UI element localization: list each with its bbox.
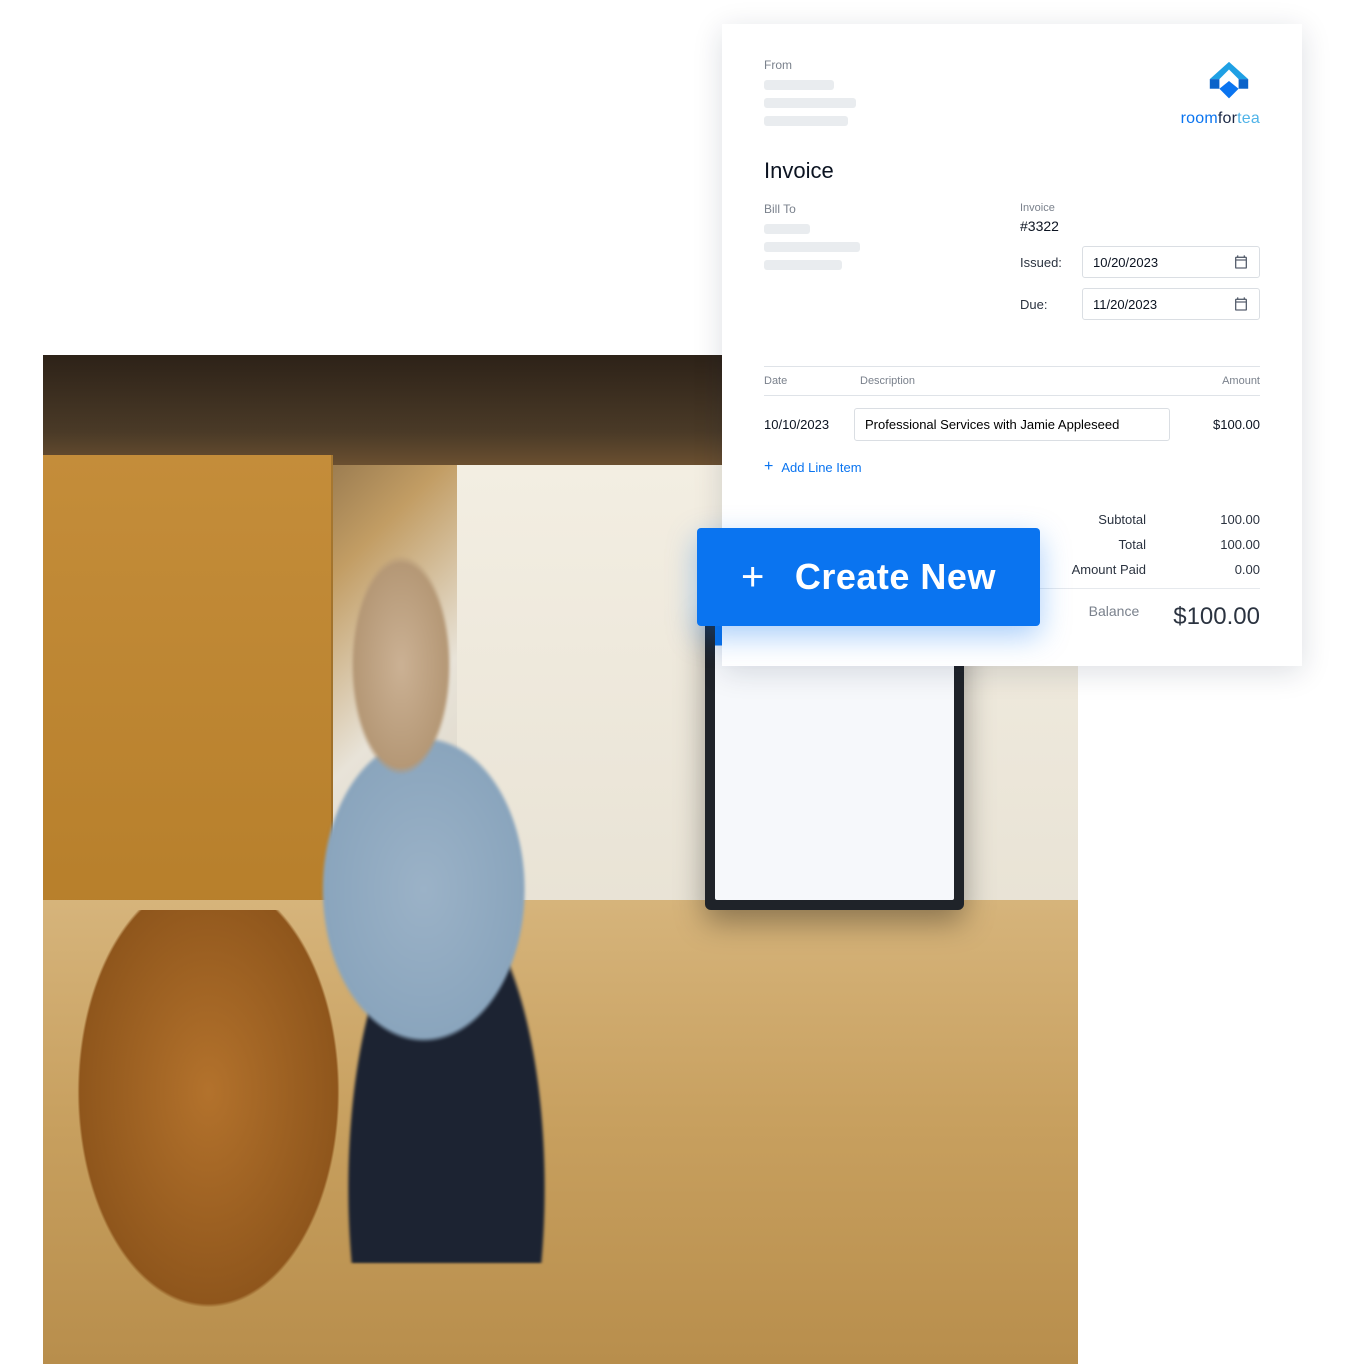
calendar-icon: [1233, 296, 1249, 312]
invoice-title: Invoice: [764, 158, 1260, 184]
line-item-date: 10/10/2023: [764, 417, 854, 432]
line-item-amount: $100.00: [1170, 417, 1260, 432]
issued-label: Issued:: [1020, 255, 1070, 270]
brand-block: roomfortea: [1181, 58, 1260, 128]
amount-paid-value: 0.00: [1180, 562, 1260, 577]
from-skeleton-line: [764, 80, 834, 90]
from-label: From: [764, 58, 856, 72]
subtotal-label: Subtotal: [1036, 512, 1146, 527]
photo-person: [219, 516, 674, 1263]
balance-value: $100.00: [1173, 603, 1260, 631]
col-date-header: Date: [764, 375, 854, 387]
billto-skeleton-line: [764, 242, 860, 252]
balance-label: Balance: [1029, 603, 1139, 631]
line-item-row: 10/10/2023 $100.00: [764, 396, 1260, 453]
billto-label: Bill To: [764, 202, 980, 216]
plus-icon: +: [741, 557, 765, 597]
billto-skeleton-line: [764, 260, 842, 270]
add-line-item-label: Add Line Item: [781, 460, 861, 475]
due-label: Due:: [1020, 297, 1070, 312]
col-amount-header: Amount: [1170, 375, 1260, 387]
brand-logo-icon: [1198, 58, 1260, 106]
plus-icon: +: [764, 459, 773, 475]
due-date-input[interactable]: 11/20/2023: [1082, 288, 1260, 320]
subtotal-value: 100.00: [1180, 512, 1260, 527]
create-new-label: Create New: [795, 556, 996, 598]
billto-skeleton-line: [764, 224, 810, 234]
from-skeleton-line: [764, 98, 856, 108]
invoice-meta: Invoice #3322 Issued: 10/20/2023 Due: 11…: [1020, 202, 1260, 330]
create-new-button[interactable]: + Create New: [697, 528, 1040, 626]
invoice-number-label: Invoice: [1020, 202, 1260, 214]
amount-paid-label: Amount Paid: [1036, 562, 1146, 577]
billto-block: Bill To: [764, 202, 980, 330]
brand-name: roomfortea: [1181, 110, 1260, 128]
total-label: Total: [1036, 537, 1146, 552]
issued-date-value: 10/20/2023: [1093, 255, 1158, 270]
due-date-value: 11/20/2023: [1093, 297, 1157, 312]
add-line-item-button[interactable]: + Add Line Item: [764, 453, 862, 479]
from-skeleton-line: [764, 116, 848, 126]
calendar-icon: [1233, 254, 1249, 270]
line-items-header: Date Description Amount: [764, 366, 1260, 396]
issued-date-input[interactable]: 10/20/2023: [1082, 246, 1260, 278]
total-value: 100.00: [1180, 537, 1260, 552]
col-description-header: Description: [854, 375, 1170, 387]
line-item-description-input[interactable]: [854, 408, 1170, 441]
invoice-number: #3322: [1020, 218, 1260, 234]
from-block: From: [764, 58, 856, 134]
